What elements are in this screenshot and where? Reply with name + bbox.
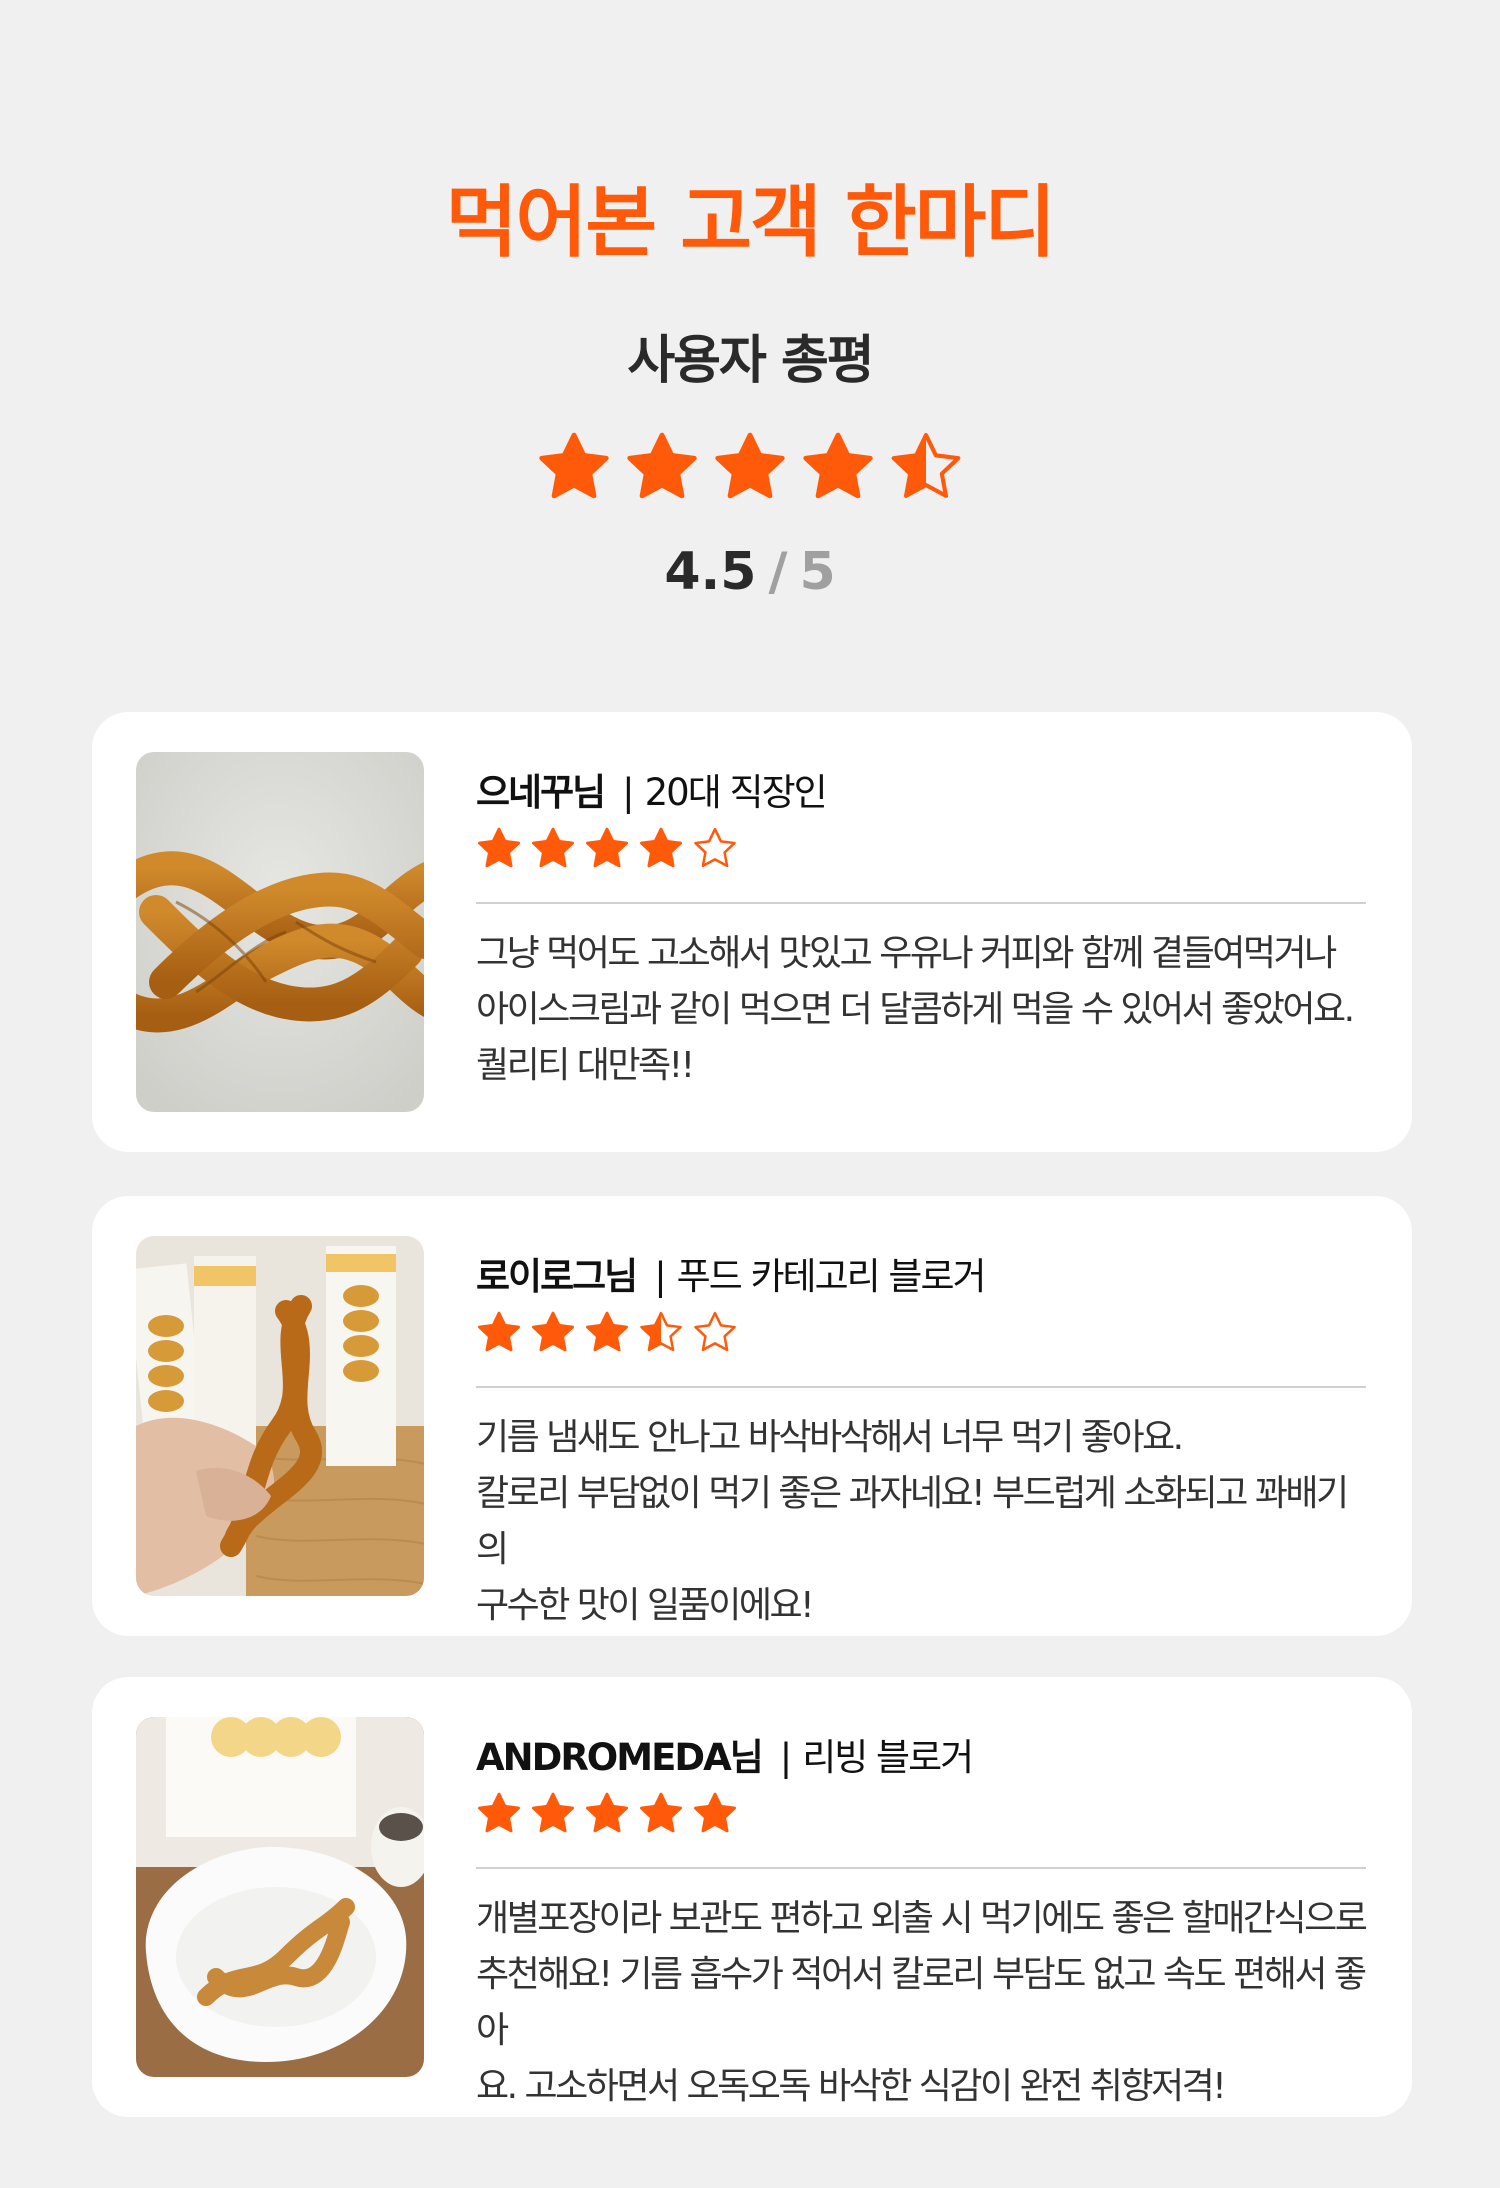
review-text-line: 추천해요! 기름 흡수가 적어서 칼로리 부담도 없고 속도 편해서 좋아 (476, 1954, 1367, 2051)
divider (476, 1867, 1366, 1869)
review-text: 그냥 먹어도 고소해서 맛있고 우유나 커피와 함께 곁들여먹거나 아이스크림과… (476, 926, 1366, 1094)
reviewer-name: ANDROMEDA님 (476, 1736, 764, 1779)
review-photo (136, 752, 424, 1112)
review-photo (136, 1717, 424, 2077)
review-text-line: 아이스크림과 같이 먹으면 더 달콤하게 먹을 수 있어서 좋았어요. (476, 989, 1355, 1030)
reviewer-info: 로이로그님 | 푸드 카테고리 블로거 (476, 1246, 1366, 1298)
reviewer-separator: | (779, 1736, 793, 1779)
review-photo (136, 1236, 424, 1596)
reviewer-separator: | (654, 1255, 667, 1298)
review-text-line: 구수한 맛이 일품이에요! (476, 1585, 815, 1626)
star-empty-icon (694, 827, 736, 868)
review-card: 으네꾸님 | 20대 직장인 그냥 먹어도 고소해서 맛있고 우유나 커피와 함… (92, 712, 1412, 1152)
twisted-snack-photo (136, 752, 424, 1112)
snack-on-plate-photo (136, 1717, 424, 2077)
review-section: 먹어본 고객 한마디 사용자 총평 4.5/5 으네꾸님 | 20대 직장인 그… (0, 0, 1500, 2188)
reviewer-name: 으네꾸님 (476, 771, 606, 814)
score-max: 5 (799, 542, 836, 602)
star-empty-icon (694, 1311, 736, 1352)
star-full-icon (627, 432, 697, 499)
star-full-icon (803, 432, 873, 499)
star-full-icon (478, 827, 520, 868)
review-card: ANDROMEDA님 | 리빙 블로거 개별포장이라 보관도 편하고 외출 시 … (92, 1677, 1412, 2117)
star-full-icon (640, 1792, 682, 1833)
star-full-icon (478, 1311, 520, 1352)
review-text-line: 기름 냄새도 안나고 바삭바삭해서 너무 먹기 좋아요. (476, 1417, 1184, 1458)
reviewer-separator: | (622, 771, 635, 814)
reviewer-role: 20대 직장인 (644, 771, 828, 814)
star-full-icon (532, 827, 574, 868)
divider (476, 902, 1366, 904)
star-full-icon (478, 1792, 520, 1833)
star-full-icon (532, 1792, 574, 1833)
section-title: 먹어본 고객 한마디 (445, 178, 1056, 268)
star-full-icon (539, 432, 609, 499)
star-full-icon (586, 827, 628, 868)
review-rating-stars (476, 1791, 1366, 1837)
star-full-icon (586, 1311, 628, 1352)
star-half-icon (640, 1311, 682, 1352)
review-card: 로이로그님 | 푸드 카테고리 블로거 기름 냄새도 안나고 바삭바삭해서 너무… (92, 1196, 1412, 1636)
review-text-line: 그냥 먹어도 고소해서 맛있고 우유나 커피와 함께 곁들여먹거나 (476, 933, 1337, 974)
reviewer-info: ANDROMEDA님 | 리빙 블로거 (476, 1727, 1366, 1779)
overall-rating-label: 사용자 총평 (627, 331, 874, 391)
reviewer-role: 푸드 카테고리 블로거 (676, 1255, 987, 1298)
overall-rating-stars (0, 430, 1500, 506)
review-rating-stars (476, 826, 1366, 872)
overall-score: 4.5/5 (0, 542, 1500, 602)
divider (476, 1386, 1366, 1388)
star-full-icon (586, 1792, 628, 1833)
review-text-line: 칼로리 부담없이 먹기 좋은 과자네요! 부드럽게 소화되고 꽈배기의 (476, 1473, 1349, 1570)
review-rating-stars (476, 1310, 1366, 1356)
reviewer-info: 으네꾸님 | 20대 직장인 (476, 762, 1366, 814)
score-value: 4.5 (664, 542, 757, 602)
reviewer-role: 리빙 블로거 (802, 1736, 974, 1779)
review-text-line: 퀄리티 대만족!! (476, 1045, 695, 1086)
hand-holding-snack-photo (136, 1236, 424, 1596)
review-text-line: 요. 고소하면서 오독오독 바삭한 식감이 완전 취향저격! (476, 2066, 1227, 2107)
score-separator: / (768, 542, 788, 602)
star-full-icon (640, 827, 682, 868)
star-full-icon (715, 432, 785, 499)
star-half-icon (891, 433, 961, 498)
review-text: 개별포장이라 보관도 편하고 외출 시 먹기에도 좋은 할매간식으로 추천해요!… (476, 1891, 1368, 2115)
star-full-icon (532, 1311, 574, 1352)
reviewer-name: 로이로그님 (476, 1255, 638, 1298)
star-full-icon (694, 1792, 736, 1833)
review-text-line: 개별포장이라 보관도 편하고 외출 시 먹기에도 좋은 할매간식으로 (476, 1898, 1368, 1939)
review-text: 기름 냄새도 안나고 바삭바삭해서 너무 먹기 좋아요. 칼로리 부담없이 먹기… (476, 1410, 1366, 1634)
